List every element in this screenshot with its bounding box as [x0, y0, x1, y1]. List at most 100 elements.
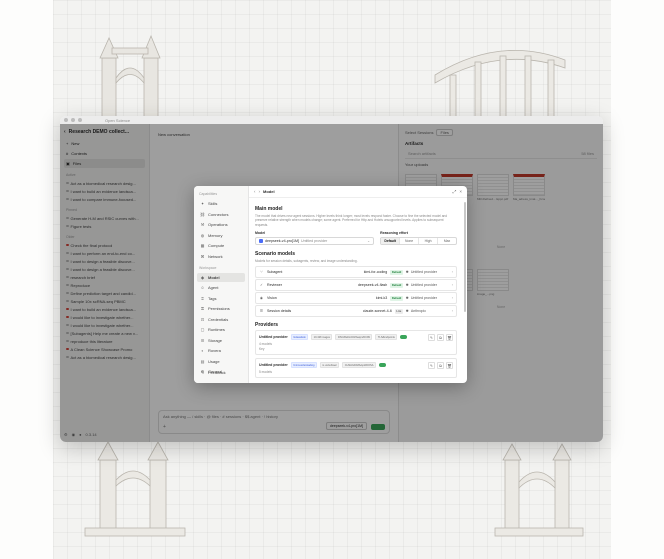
back-icon[interactable]: ‹ [254, 189, 256, 194]
settings-nav-network[interactable]: ⌘ Network [197, 252, 245, 261]
castle-illustration-top-left [99, 34, 161, 118]
scenario-row-session-details[interactable]: ☰ Session details claude-sonnet-4-6 Lite ✺ An… [255, 305, 457, 318]
scenario-badge: Lite [394, 308, 403, 314]
feedback-icon: ✎ [200, 369, 205, 375]
feedback-button[interactable]: ✎ Feedback [197, 368, 229, 377]
forward-icon[interactable]: › [259, 189, 261, 194]
settings-nav-storage[interactable]: ☰ Storage [197, 336, 245, 345]
settings-nav: Capabilities ✦ Skills ⛓ Connectors ⚒ Operation… [194, 186, 249, 383]
scrollbar[interactable] [464, 202, 466, 312]
title-bar: Open Science [60, 116, 603, 124]
settings-nav-connectors[interactable]: ⛓ Connectors [197, 210, 245, 219]
maximize-window-button[interactable] [78, 118, 82, 122]
provider-card[interactable]: Untitled provider Unimuscle/stadiog is ver… [255, 358, 457, 379]
scenario-badge: Default [390, 295, 403, 301]
settings-nav-usage[interactable]: ▤ Usage [197, 357, 245, 366]
provider-icon: ✺ [405, 270, 409, 275]
scenario-row-subagent[interactable]: ⑂ Subagent kimi-for-coding Default ✺ Untitled… [255, 266, 457, 279]
settings-nav-memory[interactable]: ◍ Memory [197, 231, 245, 240]
provider-label: Untitled provider [410, 270, 437, 275]
review-icon: ✓ [259, 283, 263, 288]
provider-chip: TLS/Endpoints [375, 334, 398, 341]
effort-label: Reasoning effort [380, 230, 408, 235]
provider-toggle[interactable] [400, 335, 408, 340]
settings-nav-skills[interactable]: ✦ Skills [197, 199, 245, 208]
settings-scroll: Main model The model that drives new age… [249, 199, 463, 383]
settings-nav-permissions[interactable]: ⚿ Permissions [197, 304, 245, 313]
settings-nav-rovera[interactable]: ◐ Rovera [197, 346, 245, 355]
lock-icon: ⊡ [200, 316, 205, 322]
effort-option-max[interactable]: Max [438, 238, 456, 244]
model-provider-label: Untitled provider [300, 238, 328, 243]
settings-nav-label: Storage [208, 337, 223, 343]
settings-nav-credentials[interactable]: ⊡ Credentials [197, 315, 245, 324]
effort-option-none[interactable]: None [400, 237, 420, 244]
edit-icon[interactable]: ✎ [428, 362, 435, 370]
provider-actions: ✎ ⧉ 🗑 [428, 362, 453, 370]
settings-nav-label: Connectors [208, 211, 229, 217]
app-window: Open Science ‹ Research DEMO collect... … [60, 116, 603, 442]
provider-key-label: Key [259, 347, 265, 352]
effort-option-high[interactable]: High [419, 237, 439, 244]
tag-icon: ⌗ [201, 295, 204, 301]
model-select[interactable]: deepseek-v4-pro[1M] Untitled provider ⌄ [255, 236, 375, 245]
settings-nav-runtimes[interactable]: ▢ Runtimes [197, 325, 245, 334]
settings-nav-model[interactable]: ◈ Model [197, 272, 245, 282]
scenario-row-vision[interactable]: ◉ Vision kimi-k3 Default ✺ Untitled provider › [255, 292, 457, 305]
provider-chip: 10.4M images [311, 334, 333, 341]
trash-icon[interactable]: 🗑 [446, 362, 453, 370]
settings-nav-label: Permissions [208, 306, 230, 311]
trash-icon[interactable]: 🗑 [446, 334, 453, 342]
cpu-icon: ▦ [200, 243, 205, 248]
castle-illustration-bottom-left [84, 441, 186, 537]
scenario-provider[interactable]: ✺ Untitled provider [406, 296, 449, 300]
settings-nav-label: Rovera [208, 348, 221, 353]
copy-icon[interactable]: ⧉ [437, 334, 444, 342]
provider-chip: DSC/ReDoCD/Ibaqm/DC99 [335, 334, 373, 341]
details-icon: ☰ [259, 309, 264, 314]
provider-icon: ✺ [405, 296, 409, 301]
scenario-name: Vision [267, 296, 277, 301]
scenario-model: deepseek-v4-flash [357, 283, 388, 288]
copy-icon[interactable]: ⧉ [437, 362, 444, 370]
close-icon[interactable]: × [459, 189, 462, 194]
chevron-right-icon: › [451, 309, 453, 314]
settings-nav-label: Agent [208, 285, 219, 290]
model-icon: ◈ [200, 274, 205, 280]
settings-nav-agent[interactable]: ☺ Agent [197, 283, 245, 292]
provider-card[interactable]: Untitled provider Gdeasfesk 10.4M images DS… [255, 330, 457, 356]
model-value: deepseek-v4-pro[1M] [265, 238, 299, 243]
settings-nav-compute[interactable]: ▦ Compute [197, 241, 245, 250]
scenario-provider[interactable]: ✺ Untitled provider [406, 270, 449, 274]
feedback-label: Feedback [208, 369, 226, 375]
expand-icon[interactable]: ⤢ [453, 189, 457, 194]
settings-nav-label: Operations [208, 222, 228, 227]
settings-nav-label: Compute [208, 243, 225, 248]
effort-option-default[interactable]: Default [381, 237, 401, 244]
settings-nav-operations[interactable]: ⚒ Operations [197, 220, 245, 229]
scenario-provider[interactable]: ✺ Untitled provider [406, 283, 449, 287]
scenario-model: kimi-for-coding [363, 270, 388, 275]
chart-icon: ▤ [200, 358, 205, 364]
edit-icon[interactable]: ✎ [428, 334, 435, 342]
settings-nav-tags[interactable]: ⌗ Tags [197, 294, 245, 303]
model-label: Model [255, 230, 266, 235]
provider-name: Untitled provider [259, 363, 288, 368]
database-icon: ☰ [200, 337, 205, 343]
chevron-down-icon: ⌄ [367, 238, 371, 243]
scenario-row-reviewer[interactable]: ✓ Reviewer deepseek-v4-flash Default ✺ Untitl… [255, 279, 457, 292]
provider-toggle[interactable] [378, 363, 386, 368]
settings-modal: Capabilities ✦ Skills ⛓ Connectors ⚒ Operation… [194, 186, 467, 383]
provider-icon: ✺ [405, 283, 409, 288]
scenario-provider[interactable]: ✺ Anthropic [406, 309, 449, 313]
main-model-description: The model that drives new agent sessions… [255, 214, 448, 227]
castle-illustration-top-right [434, 50, 566, 120]
chevron-right-icon: › [451, 270, 453, 275]
close-window-button[interactable] [64, 118, 68, 122]
minimize-window-button[interactable] [71, 118, 75, 122]
provider-name: Untitled provider [259, 335, 288, 340]
settings-nav-label: Tags [208, 295, 217, 301]
providers-heading: Providers [255, 322, 279, 329]
subagent-icon: ⑂ [260, 270, 263, 275]
palette-icon: ◐ [201, 348, 204, 353]
